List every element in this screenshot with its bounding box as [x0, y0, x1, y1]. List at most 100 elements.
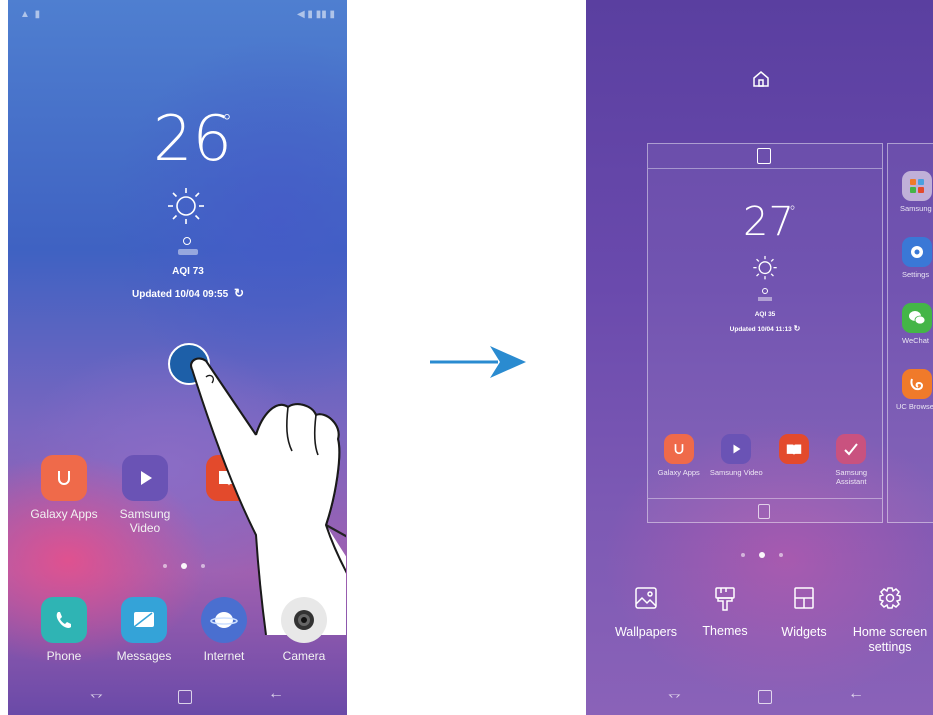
default-home-icon[interactable] [752, 70, 770, 93]
location-name-blurred [178, 249, 198, 255]
app-samsung-video[interactable]: Samsung Video [105, 455, 185, 535]
menu-label: Themes [702, 624, 748, 638]
home-page-preview[interactable]: 27 ° AQI 35 Updated 10/04 11:13 ↻ Galaxy… [647, 143, 883, 523]
location-pin-icon [183, 237, 191, 245]
transition-arrow-icon [430, 346, 526, 378]
samsung-assistant-icon [836, 434, 867, 464]
app-phone[interactable]: Phone [24, 597, 104, 663]
app-internet[interactable]: Internet [184, 597, 264, 663]
home-settings-icon [879, 587, 901, 609]
menu-label: Widgets [781, 625, 827, 639]
messages-icon [121, 597, 167, 643]
themes-icon [715, 587, 735, 611]
app-label: Samsung Assistant [835, 468, 868, 486]
app-samsung-video[interactable]: Samsung Video [708, 434, 764, 486]
uc-browser-icon [902, 369, 932, 399]
home-page-dot[interactable] [759, 552, 765, 558]
app-label: WeChat [902, 336, 929, 345]
samsung-books-icon [778, 434, 809, 464]
sunny-icon [166, 185, 206, 225]
recent-apps-icon[interactable]: ⥐ [668, 686, 681, 704]
home-page-dot[interactable] [181, 563, 187, 569]
app-samsung-books[interactable] [766, 434, 822, 486]
page-dot[interactable] [779, 553, 783, 557]
page-dot[interactable] [163, 564, 167, 568]
menu-label: Wallpapers [614, 625, 678, 639]
wallpapers-button[interactable]: Wallpapers [604, 586, 688, 655]
status-icons: ◀ ▮ ▮▮ ▮ [296, 9, 335, 20]
refresh-icon[interactable]: ↻ [234, 286, 244, 300]
updated-label: Updated 10/04 11:13 [729, 326, 792, 333]
settings-icon [902, 237, 932, 267]
app-label: Samsung Video [709, 468, 763, 477]
camera-icon [281, 597, 327, 643]
dock: Phone Messages Internet Camera [24, 597, 344, 663]
app-galaxy-apps[interactable]: Galaxy Apps [651, 434, 707, 486]
app-label: Samsung Video [119, 507, 171, 535]
app-settings[interactable]: Settings [888, 237, 933, 303]
app-uc-browser[interactable]: UC Browse [888, 369, 933, 435]
navigation-bar: ⥐ ← [8, 684, 347, 712]
app-label: Settings [902, 270, 930, 279]
wallpapers-icon [635, 587, 657, 609]
side-apps: Samsung Settings WeChat UC Browse [888, 171, 933, 435]
refresh-icon[interactable]: ↻ [794, 324, 801, 333]
edit-mode-phone: 27 ° AQI 35 Updated 10/04 11:13 ↻ Galaxy… [586, 0, 933, 715]
signal-icon: ▲ ▮ [20, 9, 42, 20]
aqi-label: AQI 73 [172, 266, 204, 277]
app-label: Messages [116, 649, 172, 663]
page-settings-icon[interactable] [758, 504, 770, 519]
phone-icon [41, 597, 87, 643]
app-messages[interactable]: Messages [104, 597, 184, 663]
next-page-preview[interactable]: Samsung Settings WeChat UC Browse [887, 143, 933, 523]
app-label: Galaxy Apps [30, 507, 98, 521]
degree-symbol: ° [789, 204, 796, 220]
samsung-folder-icon [902, 171, 932, 201]
galaxy-apps-icon [41, 455, 87, 501]
page-indicator [163, 563, 205, 569]
themes-button[interactable]: Themes [688, 586, 762, 655]
app-label: Samsung [900, 204, 932, 213]
aqi-label: AQI 35 [754, 311, 776, 318]
page-footer [648, 498, 882, 523]
wechat-icon [902, 303, 932, 333]
page-indicator [741, 552, 783, 558]
menu-label: Home screen settings [852, 625, 928, 654]
widgets-button[interactable]: Widgets [762, 586, 846, 655]
widgets-icon [794, 587, 814, 609]
app-label: Camera [282, 649, 326, 663]
app-galaxy-apps[interactable]: Galaxy Apps [24, 455, 104, 521]
home-button-icon[interactable] [758, 690, 772, 704]
temperature-value: 27 [743, 199, 794, 245]
samsung-video-icon [122, 455, 168, 501]
app-label: UC Browse [896, 402, 933, 411]
app-label: Phone [46, 649, 82, 663]
sunny-icon [752, 254, 778, 285]
app-camera[interactable]: Camera [264, 597, 344, 663]
back-icon[interactable]: ← [848, 685, 864, 703]
page-dot[interactable] [201, 564, 205, 568]
back-icon[interactable]: ← [268, 685, 284, 703]
degree-symbol: ° [222, 110, 232, 134]
location-name-blurred [758, 297, 772, 301]
home-button-icon[interactable] [178, 690, 192, 704]
app-samsung-assistant[interactable]: Samsung Assistant [823, 434, 879, 486]
temperature-value: 26 [153, 102, 232, 175]
status-bar: ▲ ▮ ◀ ▮ ▮▮ ▮ [8, 0, 347, 30]
home-screen-phone: ▲ ▮ ◀ ▮ ▮▮ ▮ 26 ° AQI 73 Updated 10/04 0… [8, 0, 347, 715]
finger-tap-hand-icon [190, 357, 346, 635]
page-dot[interactable] [741, 553, 745, 557]
home-screen-settings-button[interactable]: Home screen settings [846, 586, 933, 655]
apps-row-preview: Galaxy Apps Samsung Video Samsung Assist… [650, 434, 880, 486]
galaxy-apps-icon [663, 434, 694, 464]
app-label: Internet [203, 649, 245, 663]
navigation-bar: ⥐ ← [586, 684, 933, 712]
edit-menu: Wallpapers Themes Widgets Home screen se… [604, 586, 933, 655]
app-samsung-folder[interactable]: Samsung [888, 171, 933, 237]
apps-screen-icon[interactable] [757, 148, 771, 164]
app-wechat[interactable]: WeChat [888, 303, 933, 369]
app-label: Galaxy Apps [657, 468, 700, 477]
recent-apps-icon[interactable]: ⥐ [90, 686, 103, 704]
updated-label: Updated 10/04 09:55 [131, 289, 229, 300]
internet-icon [201, 597, 247, 643]
